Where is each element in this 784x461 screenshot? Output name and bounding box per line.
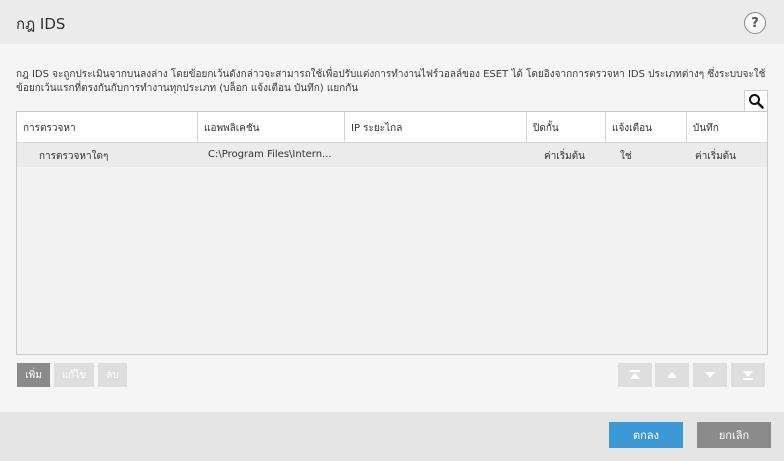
search-icon [749, 94, 764, 109]
column-header-notify[interactable]: แจ้งเตือน [606, 112, 687, 143]
cell-application: C:\Program Files\Intern... [208, 149, 332, 160]
dialog-header: กฎ IDS ? [0, 0, 784, 44]
table-header: การตรวจหา แอพพลิเคชัน IP ระยะไกล ปิดกั้น… [17, 112, 767, 143]
cell-log: ค่าเริ่มต้น [695, 151, 737, 162]
cell-remote-ip [353, 143, 513, 167]
cell-detection: การตรวจหาใดๆ [39, 151, 109, 162]
column-header-block[interactable]: ปิดกั้น [527, 112, 606, 143]
ids-rules-table: การตรวจหา แอพพลิเคชัน IP ระยะไกล ปิดกั้น… [16, 111, 768, 355]
triangle-down-icon [705, 372, 715, 378]
move-to-bottom-button[interactable] [731, 363, 765, 387]
table-row[interactable]: การตรวจหาใดๆ C:\Program Files\Intern... … [17, 143, 767, 167]
delete-button[interactable]: ลบ [98, 363, 127, 387]
move-down-button[interactable] [693, 363, 727, 387]
cell-notify: ใช่ [620, 151, 632, 162]
search-button[interactable] [744, 90, 768, 112]
move-to-top-button[interactable] [618, 363, 652, 387]
dialog-footer: ตกลง ยกเลิก [0, 412, 784, 461]
dialog-title: กฎ IDS [16, 15, 66, 33]
ok-button[interactable]: ตกลง [609, 422, 683, 448]
edit-button[interactable]: แก้ไข [54, 363, 94, 387]
description-text: กฎ IDS จะถูกประเมินจากบนลงล่าง โดยข้อยกเ… [16, 69, 766, 94]
column-header-detection[interactable]: การตรวจหา [17, 112, 198, 143]
dialog-content: กฎ IDS จะถูกประเมินจากบนลงล่าง โดยข้อยกเ… [0, 44, 784, 412]
double-chevron-up-icon [630, 370, 640, 379]
triangle-up-icon [667, 372, 677, 378]
add-button[interactable]: เพิ่ม [17, 363, 50, 387]
column-header-application[interactable]: แอพพลิเคชัน [198, 112, 345, 143]
cell-block: ค่าเริ่มต้น [544, 151, 586, 162]
column-header-log[interactable]: บันทึก [687, 112, 767, 143]
cancel-button[interactable]: ยกเลิก [697, 422, 771, 448]
column-header-remote-ip[interactable]: IP ระยะไกล [345, 112, 527, 143]
help-button[interactable]: ? [744, 12, 766, 34]
double-chevron-down-icon [743, 371, 753, 380]
move-up-button[interactable] [655, 363, 689, 387]
